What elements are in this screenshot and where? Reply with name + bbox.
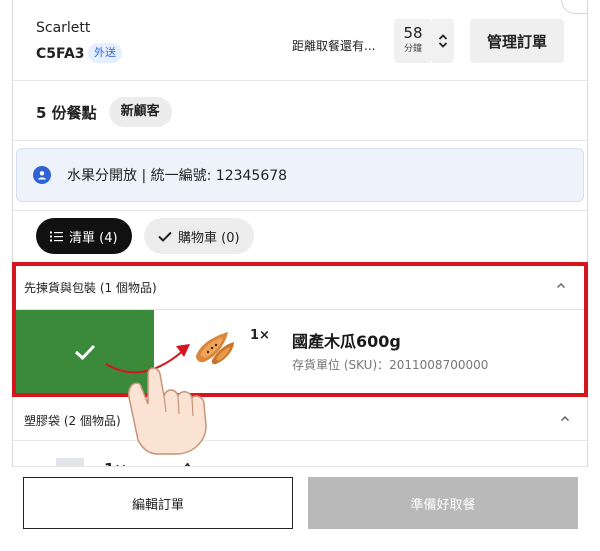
customer-name: Scarlett (36, 20, 91, 36)
tab-cart[interactable]: 購物車 (0) (144, 218, 254, 254)
items-count: 5 份餐點 (36, 103, 97, 122)
papaya-image (196, 332, 234, 365)
panel-corner (561, 0, 587, 14)
new-customer-badge: 新顧客 (108, 97, 172, 127)
chevron-up-icon (560, 415, 570, 422)
tab-list-label: 清單 (4) (69, 230, 118, 246)
pickup-countdown-label: 距離取餐還有... (292, 39, 376, 53)
item-name: 國產木瓜600g (292, 332, 401, 351)
footer-actions: 編輯訂單 準備好取餐 (12, 466, 588, 551)
plastic-bag-section-header[interactable]: 塑膠袋 (2 個物品) (16, 402, 584, 438)
tab-list[interactable]: 清單 (4) (36, 218, 132, 254)
list-item[interactable]: 1× 全... (40, 448, 580, 468)
divider (12, 140, 588, 141)
ready-for-pickup-button[interactable]: 準備好取餐 (308, 477, 578, 529)
section-title: 塑膠袋 (2 個物品) (24, 413, 121, 428)
divider (12, 80, 588, 81)
tab-cart-label: 購物車 (0) (178, 230, 240, 246)
up-down-chevron-icon (438, 34, 448, 48)
divider (12, 440, 588, 441)
pick-and-pack-section: 先揀貨與包裝 (1 個物品) 1× 國產木瓜600g 存貨單位 (SKU)：20… (12, 262, 588, 397)
person-icon (33, 166, 51, 184)
minutes-stepper[interactable] (432, 19, 454, 63)
item-sku: 存貨單位 (SKU)：2011008700000 (292, 358, 489, 372)
check-icon (158, 231, 172, 242)
item-quantity: 1× (250, 328, 270, 343)
section-title: 先揀貨與包裝 (1 個物品) (24, 281, 157, 295)
order-header: Scarlett C5FA3 外送 距離取餐還有... 58 分鐘 管理訂單 (36, 14, 564, 70)
manage-order-button[interactable]: 管理訂單 (470, 19, 564, 63)
list-icon (50, 231, 63, 242)
customer-note-banner: 水果分開放 | 統一編號: 12345678 (16, 148, 584, 202)
edit-order-button[interactable]: 編輯訂單 (23, 477, 293, 529)
order-summary: 5 份餐點 新顧客 (36, 96, 172, 128)
delivery-badge: 外送 (88, 43, 122, 63)
swipe-confirm-action[interactable] (16, 310, 154, 393)
divider (12, 210, 588, 211)
check-icon (74, 344, 96, 360)
pickup-minutes-unit: 分鐘 (403, 44, 422, 54)
customer-note-text: 水果分開放 | 統一編號: 12345678 (67, 168, 288, 184)
section-header[interactable]: 先揀貨與包裝 (1 個物品) (16, 266, 584, 310)
order-code: C5FA3 (36, 46, 85, 62)
pickup-minutes-display[interactable]: 58 分鐘 (394, 19, 432, 63)
pickup-minutes-value: 58 (403, 24, 423, 42)
list-item[interactable]: 1× 國產木瓜600g 存貨單位 (SKU)：2011008700000 (154, 310, 584, 393)
chevron-up-icon (556, 282, 566, 289)
